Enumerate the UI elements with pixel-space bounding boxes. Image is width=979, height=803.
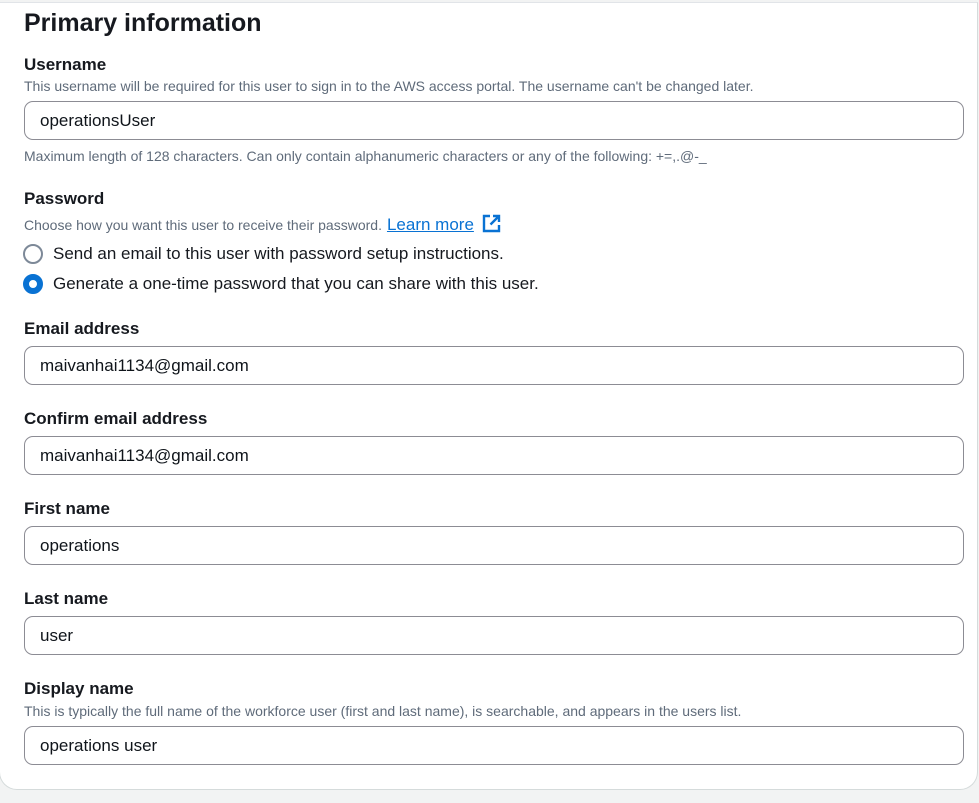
- password-description-row: Choose how you want this user to receive…: [24, 214, 501, 234]
- first-name-label: First name: [24, 499, 110, 518]
- last-name-label: Last name: [24, 589, 109, 608]
- display-name-input[interactable]: [24, 726, 964, 765]
- username-label: Username: [24, 55, 107, 74]
- password-option-one-time[interactable]: Generate a one-time password that you ca…: [23, 274, 539, 294]
- confirm-email-input[interactable]: [24, 436, 964, 475]
- learn-more-label: Learn more: [386, 215, 474, 234]
- email-input[interactable]: [24, 346, 964, 385]
- learn-more-link[interactable]: Learn more: [387, 214, 501, 234]
- external-link-icon: [482, 214, 500, 233]
- username-description: This username will be required for this …: [24, 78, 754, 94]
- username-input[interactable]: [24, 101, 964, 140]
- password-option-email[interactable]: Send an email to this user with password…: [23, 244, 504, 264]
- first-name-input[interactable]: [24, 526, 964, 565]
- display-name-label: Display name: [24, 679, 134, 698]
- password-option-one-time-label: Generate a one-time password that you ca…: [53, 274, 539, 293]
- primary-information-panel: Primary information Username This userna…: [0, 2, 978, 790]
- password-option-email-label: Send an email to this user with password…: [53, 244, 504, 263]
- display-name-description: This is typically the full name of the w…: [24, 703, 742, 719]
- email-label: Email address: [24, 319, 140, 338]
- confirm-email-label: Confirm email address: [24, 409, 208, 428]
- password-label: Password: [24, 189, 105, 208]
- radio-email-setup[interactable]: [23, 244, 43, 264]
- section-title: Primary information: [24, 9, 262, 37]
- password-description: Choose how you want this user to receive…: [24, 217, 382, 233]
- radio-one-time-password[interactable]: [23, 274, 43, 294]
- username-constraint: Maximum length of 128 characters. Can on…: [24, 148, 707, 164]
- last-name-input[interactable]: [24, 616, 964, 655]
